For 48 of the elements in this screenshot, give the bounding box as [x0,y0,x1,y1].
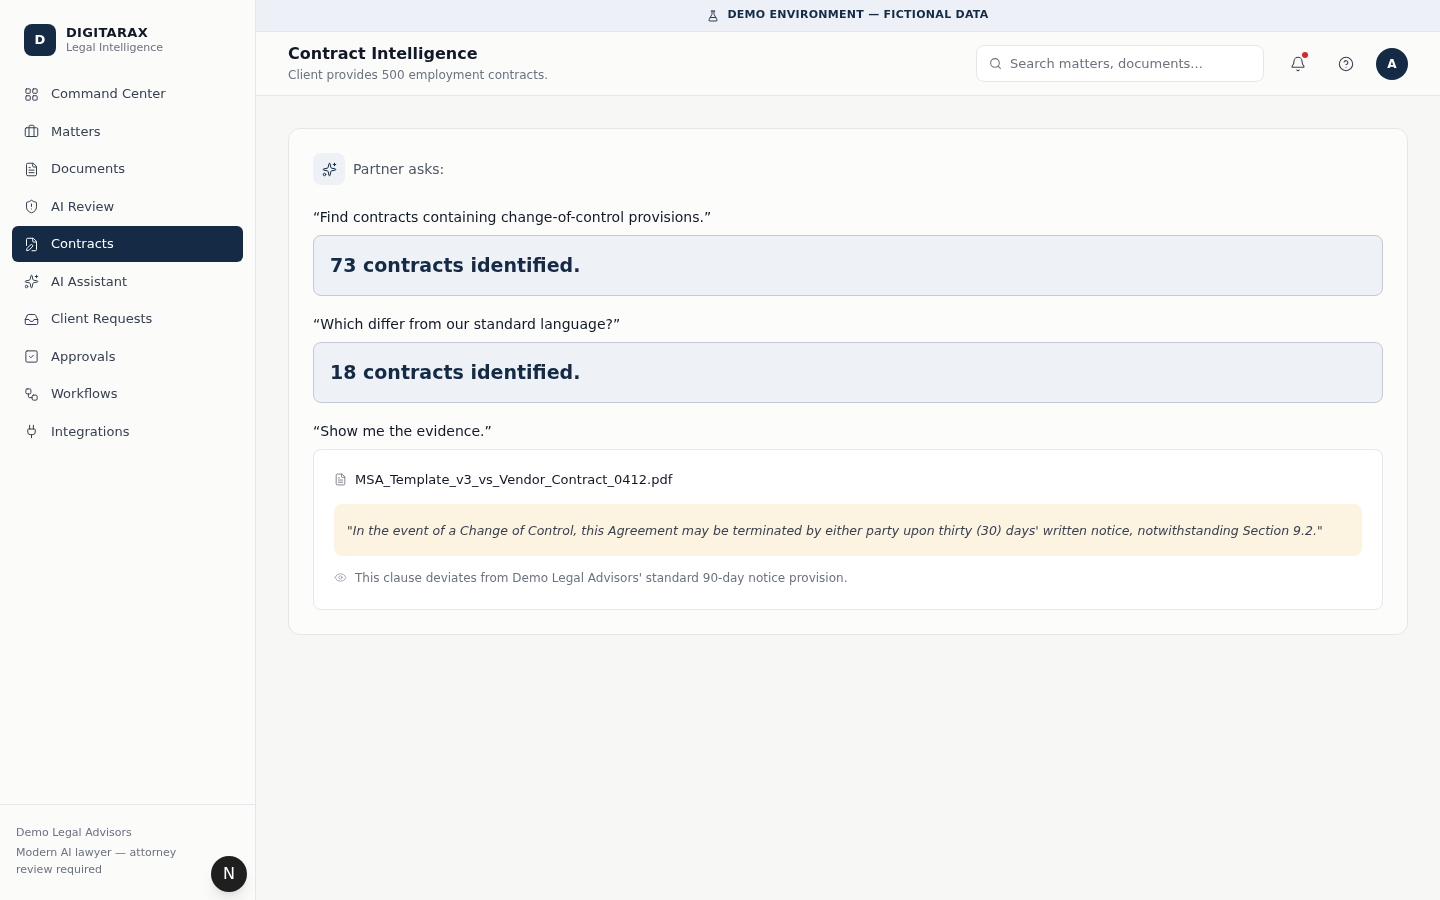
sparkles-icon [321,161,337,177]
search-input[interactable]: Search matters, documents... [1010,53,1251,74]
avatar[interactable]: A [1376,47,1408,80]
grid-icon [24,86,39,102]
footer-note: Modern AI lawyer — attorney review required [16,845,178,878]
page-subtitle: Client provides 500 employment contracts. [288,66,548,84]
document-pen-icon [24,236,39,252]
dev-indicator-button[interactable]: N [211,856,247,892]
plug-icon [24,424,39,439]
workflow-icon [24,386,39,402]
question-text: “Find contracts containing change-of-control provisions.” [313,208,713,227]
briefcase-icon [24,124,39,139]
sidebar-item[interactable]: Workflows [12,376,243,412]
bell-icon [1290,55,1306,72]
sparkles-icon [24,274,39,289]
eye-icon [334,571,347,584]
answer-text: 73 contracts identified. [330,253,581,279]
logo: D [24,24,56,56]
search-field[interactable]: Search matters, documents... [976,45,1264,82]
inbox-icon [24,311,39,327]
flask-icon [707,9,720,22]
file-name: MSA_Template_v3_vs_Vendor_Contract_0412.pdf [355,471,673,489]
quote-text: "In the event of a Change of Control, this Agreement may be terminated by either party upon thirty (30) days' written notice, notwithstanding Section 9.2." [347,522,1323,538]
sidebar-item[interactable]: Command Center [12,76,243,112]
document-icon [24,161,39,177]
sidebar-item[interactable]: Integrations [12,413,243,450]
sidebar-item[interactable]: Documents [12,151,243,187]
sidebar-item[interactable]: Contracts [12,226,243,262]
help-icon [1338,55,1354,72]
deviation-note: This clause deviates from Demo Legal Advisors' standard 90-day notice provision. [355,569,848,587]
answer-text: 18 contracts identified. [330,360,581,386]
intro-text: Partner asks: [353,159,445,179]
sidebar-item[interactable]: Approvals [12,338,243,375]
sidebar-item[interactable]: AI Review [12,188,243,225]
document-icon [334,473,347,487]
question-text: “Show me the evidence.” [313,422,493,441]
brand-name: DIGITARAX [66,25,150,42]
question-text: “Which differ from our standard language?” [313,315,622,334]
firm-name: Demo Legal Advisors [16,824,133,841]
sidebar-item[interactable]: Client Requests [12,301,243,337]
search-icon [989,57,1002,70]
brand-tagline: Legal Intelligence [66,41,163,55]
checkbox-icon [24,349,39,364]
sidebar-item[interactable]: AI Assistant [12,263,243,300]
page-title: Contract Intelligence [288,43,479,64]
sidebar-item[interactable]: Matters [12,113,243,150]
shield-icon [24,199,39,214]
banner-text: DEMO ENVIRONMENT — FICTIONAL DATA [727,7,989,24]
